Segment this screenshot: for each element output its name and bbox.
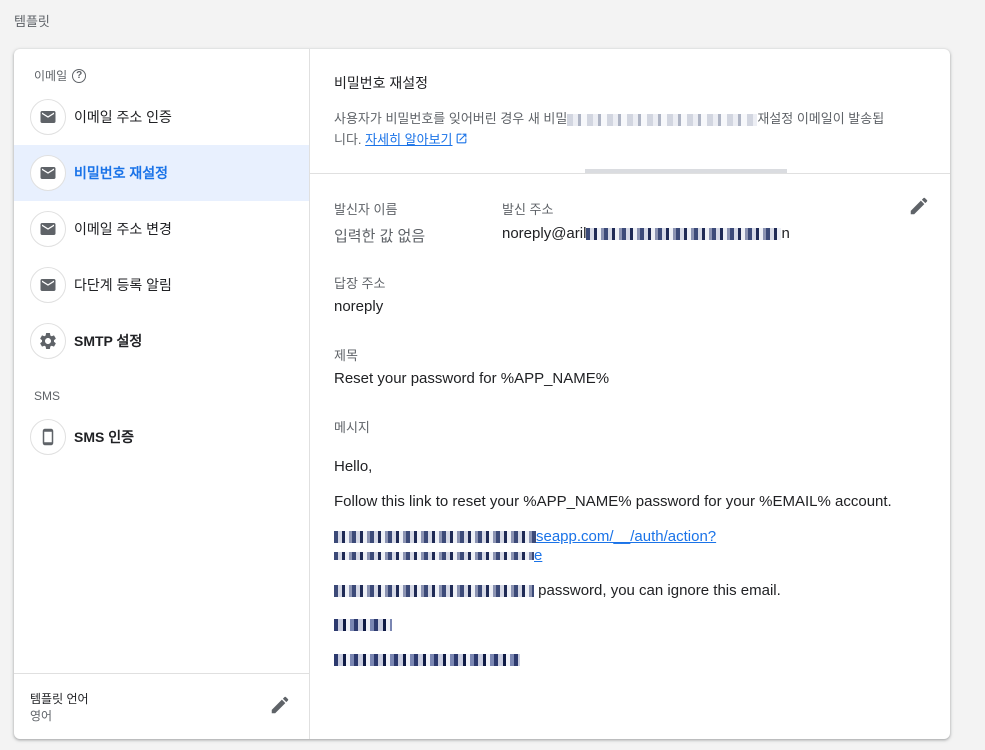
- template-language-value: 영어: [30, 709, 53, 723]
- message-follow: Follow this link to reset your %APP_NAME…: [334, 493, 892, 510]
- sidebar-item-mfa-enrollment[interactable]: 다단계 등록 알림: [14, 257, 309, 313]
- redacted-text: [567, 113, 758, 126]
- edit-template-icon[interactable]: [908, 195, 930, 222]
- scroll-indicator: [585, 169, 787, 173]
- sidebar-item-smtp-settings[interactable]: SMTP 설정: [14, 313, 309, 369]
- redacted-text: [334, 654, 520, 666]
- template-language-footer: 템플릿 언어 영어: [14, 673, 309, 739]
- templates-card: 이메일 ? 이메일 주소 인증 비밀번호 재설정 이메일 주소 변경 다단계 등…: [14, 49, 950, 739]
- mail-icon: [30, 155, 66, 191]
- reply-to-value: noreply: [334, 298, 384, 315]
- message-link-line2[interactable]: e: [334, 547, 542, 564]
- reply-to-label: 답장 주소: [334, 276, 386, 291]
- email-section-label: 이메일 ?: [34, 67, 87, 84]
- message-link-line1[interactable]: seapp.com/__/auth/action?: [334, 528, 716, 545]
- sidebar-item-label: 이메일 주소 변경: [74, 221, 172, 237]
- gear-icon: [30, 323, 66, 359]
- sidebar-item-label: 다단계 등록 알림: [74, 277, 172, 293]
- redacted-text: [334, 552, 534, 561]
- redacted-text: [586, 228, 782, 241]
- mail-icon: [30, 99, 66, 135]
- mail-icon: [30, 267, 66, 303]
- redacted-text: [334, 585, 534, 598]
- sender-name-label: 발신자 이름: [334, 202, 398, 217]
- sidebar-item-email-change[interactable]: 이메일 주소 변경: [14, 201, 309, 257]
- redacted-text: [334, 619, 392, 631]
- sms-section-label: SMS: [34, 389, 61, 403]
- sidebar-item-label: 이메일 주소 인증: [74, 109, 172, 125]
- sidebar-item-label: SMTP 설정: [74, 333, 143, 349]
- external-link-icon: [455, 130, 468, 151]
- sender-address-suffix: n: [781, 225, 790, 242]
- phone-icon: [30, 419, 66, 455]
- help-icon[interactable]: ?: [72, 68, 87, 83]
- message-hello: Hello,: [334, 458, 373, 475]
- template-language-label: 템플릿 언어: [30, 692, 89, 706]
- subject-label: 제목: [334, 348, 358, 363]
- redacted-text: [334, 531, 536, 544]
- sidebar-item-email-verification[interactable]: 이메일 주소 인증: [14, 89, 309, 145]
- sender-address-label: 발신 주소: [502, 202, 554, 217]
- reset-link[interactable]: seapp.com/__/auth/action?: [536, 528, 716, 545]
- email-section-label-text: 이메일: [34, 69, 68, 83]
- edit-language-icon[interactable]: [269, 694, 291, 721]
- reset-link-end[interactable]: e: [534, 547, 542, 564]
- sender-address-value: noreply@aril n: [502, 225, 790, 242]
- description-line2: 니다.: [334, 132, 362, 147]
- template-header: 비밀번호 재설정 사용자가 비밀번호를 잊어버린 경우 새 비밀 재설정 이메일이…: [310, 49, 950, 174]
- message-label: 메시지: [334, 420, 370, 435]
- template-detail: 비밀번호 재설정 사용자가 비밀번호를 잊어버린 경우 새 비밀 재설정 이메일이…: [310, 49, 950, 739]
- description-text: 사용자가 비밀번호를 잊어버린 경우 새 비밀: [334, 111, 568, 126]
- sidebar-item-label: 비밀번호 재설정: [74, 165, 169, 181]
- subject-value: Reset your password for %APP_NAME%: [334, 370, 610, 387]
- description-text-suffix: 재설정 이메일이 발송됩: [757, 111, 885, 126]
- learn-more-link[interactable]: 자세히 알아보기: [365, 132, 452, 147]
- sidebar-item-label: SMS 인증: [74, 429, 134, 445]
- message-ignore: password, you can ignore this email.: [334, 582, 781, 599]
- template-description: 사용자가 비밀번호를 잊어버린 경우 새 비밀 재설정 이메일이 발송됩 니다. …: [334, 108, 924, 151]
- template-sidebar: 이메일 ? 이메일 주소 인증 비밀번호 재설정 이메일 주소 변경 다단계 등…: [14, 49, 310, 739]
- sender-address-prefix: noreply@aril: [502, 225, 587, 242]
- mail-icon: [30, 211, 66, 247]
- sidebar-item-sms-verification[interactable]: SMS 인증: [14, 409, 309, 465]
- template-title: 비밀번호 재설정: [334, 75, 429, 91]
- sidebar-item-password-reset[interactable]: 비밀번호 재설정: [14, 145, 309, 201]
- sender-name-value: 입력한 값 없음: [334, 228, 426, 245]
- message-ignore-text: password, you can ignore this email.: [538, 582, 781, 599]
- page-title: 템플릿: [14, 14, 50, 29]
